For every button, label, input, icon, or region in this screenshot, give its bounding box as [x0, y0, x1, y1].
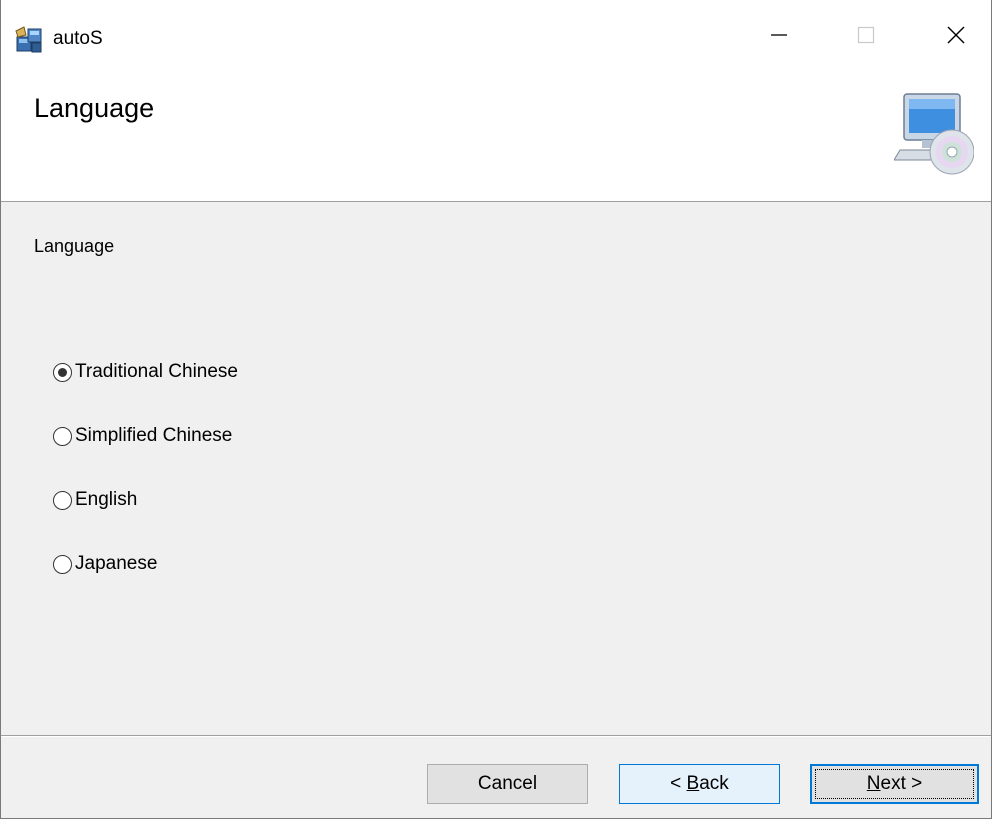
- focus-rectangle: [815, 769, 974, 799]
- back-label: < Back: [670, 773, 729, 795]
- back-mnemonic: B: [686, 773, 700, 794]
- radio-english[interactable]: English: [53, 489, 137, 511]
- cancel-button[interactable]: Cancel: [427, 764, 588, 804]
- computer-cd-icon: [894, 93, 974, 175]
- close-button[interactable]: [931, 10, 981, 60]
- radio-circle[interactable]: [53, 362, 72, 382]
- radio-label[interactable]: Japanese: [75, 553, 157, 575]
- back-rest: ack: [699, 773, 729, 794]
- radio-selected-dot: [58, 367, 67, 377]
- installer-window: autoS Language Language Traditional Chin…: [0, 0, 992, 819]
- radio-circle[interactable]: [53, 426, 72, 446]
- radio-traditional-chinese[interactable]: Traditional Chinese: [53, 361, 238, 383]
- radio-label[interactable]: Traditional Chinese: [75, 361, 238, 383]
- radio-simplified-chinese[interactable]: Simplified Chinese: [53, 425, 232, 447]
- section-label: Language: [34, 236, 115, 256]
- minimize-icon: [771, 34, 787, 36]
- title-bar[interactable]: autoS: [1, 0, 991, 70]
- maximize-icon: [857, 26, 875, 44]
- cancel-label: Cancel: [477, 773, 538, 794]
- radio-japanese[interactable]: Japanese: [53, 553, 157, 575]
- window-title: autoS: [53, 28, 103, 49]
- page-title: Language: [34, 93, 155, 123]
- maximize-button[interactable]: [841, 10, 891, 60]
- installer-package-icon: [15, 26, 42, 53]
- close-icon: [947, 26, 965, 44]
- radio-circle[interactable]: [53, 554, 72, 574]
- back-button[interactable]: < Back: [619, 764, 780, 804]
- footer-divider: [1, 735, 991, 737]
- radio-circle[interactable]: [53, 490, 72, 510]
- next-button[interactable]: Next >: [810, 764, 979, 804]
- back-prefix: <: [670, 773, 687, 794]
- minimize-button[interactable]: [754, 10, 804, 60]
- radio-label[interactable]: Simplified Chinese: [75, 425, 232, 447]
- radio-label[interactable]: English: [75, 489, 137, 511]
- wizard-header: Language: [1, 70, 991, 202]
